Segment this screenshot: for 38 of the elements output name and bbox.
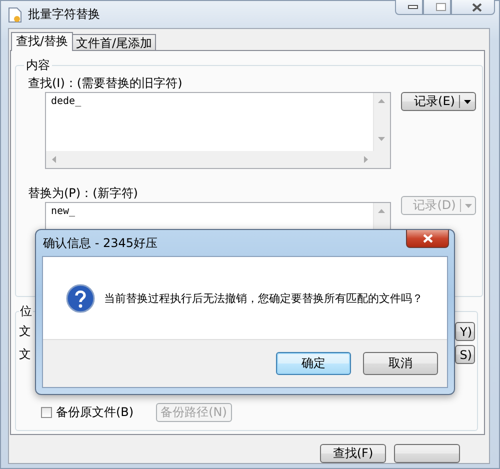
tab[interactable]: 查找/替换 bbox=[11, 32, 74, 51]
close-icon bbox=[422, 234, 432, 243]
scroll-down-icon[interactable] bbox=[378, 137, 385, 141]
close-icon bbox=[472, 2, 482, 12]
field-label: 查找(I)：(需要替换的旧字符) bbox=[28, 75, 184, 92]
close-button[interactable] bbox=[451, 0, 495, 15]
minimize-icon bbox=[408, 5, 418, 9]
history-button[interactable]: 记录(E) bbox=[401, 92, 476, 111]
dialog-button[interactable]: 确定 bbox=[276, 352, 351, 375]
dialog-message: 当前替换过程执行后无法撤销，您确定要替换所有匹配的文件吗？ bbox=[104, 290, 423, 306]
scroll-up-icon[interactable] bbox=[378, 99, 385, 103]
scroll-left-icon[interactable] bbox=[52, 156, 56, 163]
field-label: 替换为(P)：(新字符) bbox=[28, 185, 139, 202]
dialog-button[interactable]: 取消 bbox=[363, 352, 438, 375]
app-icon bbox=[8, 6, 22, 22]
group-title: 内容 bbox=[25, 57, 51, 74]
group-title: 位 bbox=[19, 303, 33, 320]
question-icon bbox=[66, 284, 95, 312]
text-area[interactable]: dede_ bbox=[45, 92, 391, 169]
caret-icon bbox=[464, 100, 471, 104]
horizontal-scrollbar[interactable] bbox=[46, 151, 375, 168]
close-button[interactable] bbox=[406, 230, 449, 248]
caret-icon bbox=[464, 204, 472, 208]
browse-button[interactable]: S) bbox=[455, 345, 475, 364]
checkbox-label: 备份原文件(B) bbox=[56, 404, 134, 421]
field-label: 文 bbox=[19, 346, 31, 363]
scroll-right-icon[interactable] bbox=[364, 156, 368, 163]
minimize-button[interactable] bbox=[395, 0, 423, 15]
action-button[interactable] bbox=[394, 444, 460, 463]
dialog-title: 确认信息 - 2345好压 bbox=[43, 234, 158, 252]
maximize-icon bbox=[436, 3, 446, 11]
window-title: 批量字符替换 bbox=[28, 6, 100, 23]
field-label: 文 bbox=[19, 323, 31, 340]
find-button[interactable]: 查找(F) bbox=[320, 444, 386, 463]
scroll-up-icon[interactable] bbox=[378, 209, 385, 213]
browse-button[interactable]: Y) bbox=[455, 322, 475, 341]
backup-checkbox[interactable] bbox=[41, 407, 52, 418]
tab[interactable]: 文件首/尾添加 bbox=[72, 34, 156, 50]
